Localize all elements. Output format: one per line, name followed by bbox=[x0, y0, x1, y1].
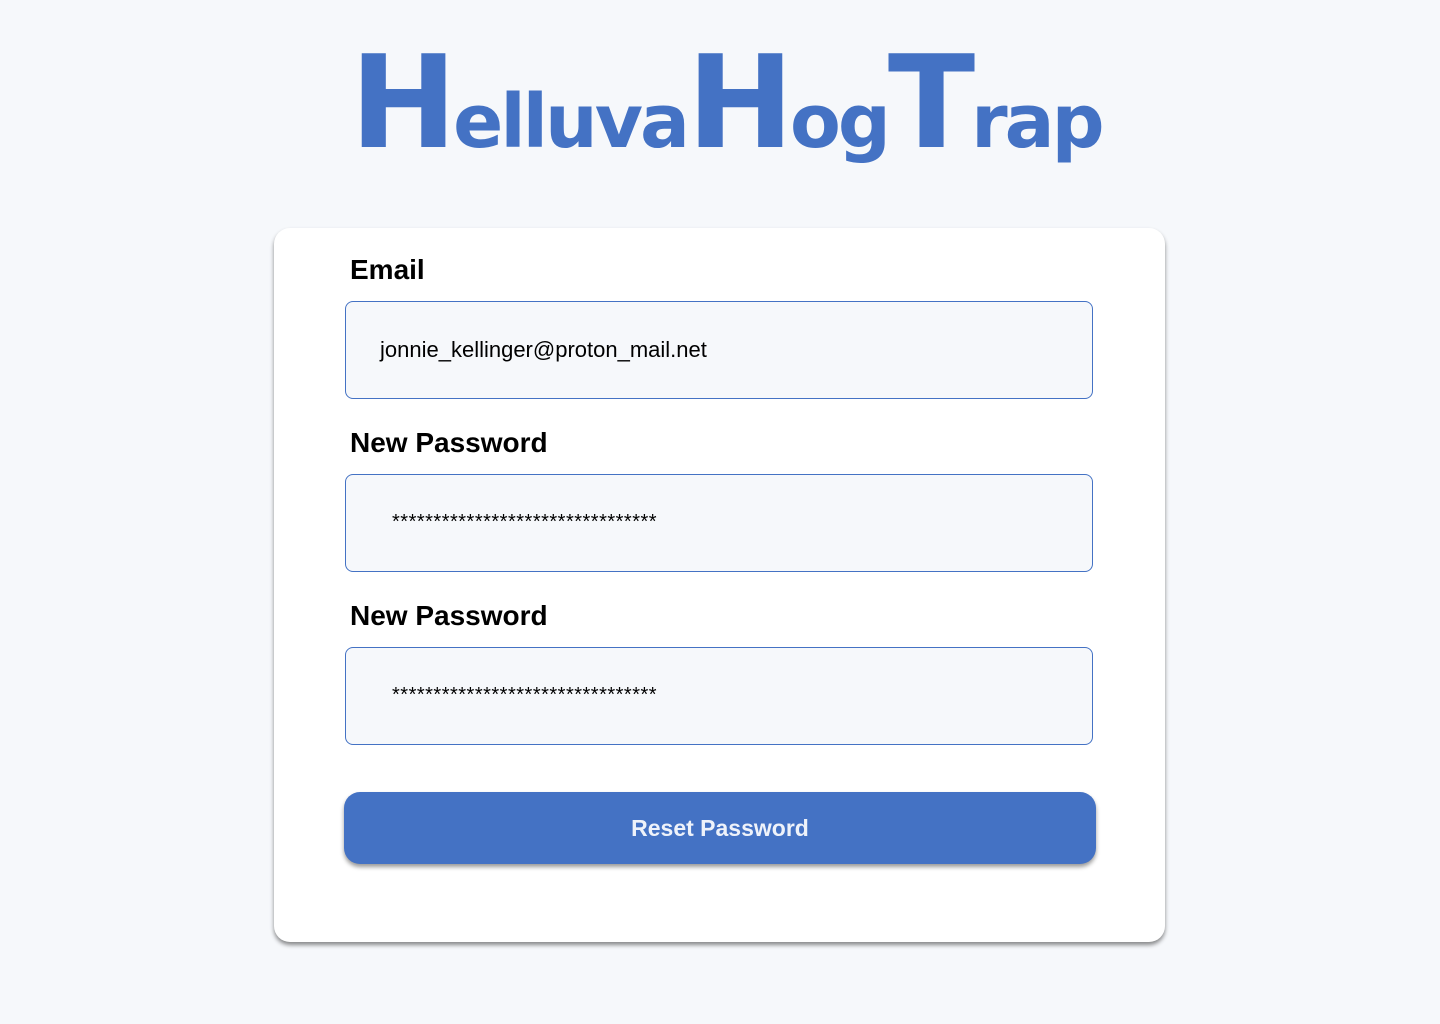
new-password-field[interactable]: ******************************** bbox=[345, 474, 1093, 572]
email-label: Email bbox=[350, 254, 425, 285]
logo-letter: H bbox=[350, 29, 457, 178]
logo-word: og bbox=[790, 79, 891, 165]
confirm-password-value: ******************************** bbox=[392, 684, 658, 706]
email-field[interactable]: jonnie_kellinger@proton_mail.net bbox=[345, 301, 1093, 399]
logo-letter: H bbox=[686, 29, 794, 178]
confirm-password-field[interactable]: ******************************** bbox=[345, 647, 1093, 745]
logo-word: rap bbox=[971, 79, 1104, 165]
logo-letter: T bbox=[887, 29, 975, 178]
new-password-value: ******************************** bbox=[392, 511, 658, 533]
new-password-label: New Password bbox=[350, 427, 548, 458]
reset-password-button-label: Reset Password bbox=[631, 814, 809, 841]
reset-password-button[interactable]: Reset Password bbox=[344, 792, 1096, 864]
brand-logo: HelluvaHogTrap bbox=[350, 40, 1105, 192]
confirm-password-label: New Password bbox=[350, 600, 548, 631]
email-value: jonnie_kellinger@proton_mail.net bbox=[380, 337, 707, 362]
reset-password-card: Email jonnie_kellinger@proton_mail.net N… bbox=[274, 228, 1165, 942]
logo-word: elluva bbox=[453, 79, 690, 165]
